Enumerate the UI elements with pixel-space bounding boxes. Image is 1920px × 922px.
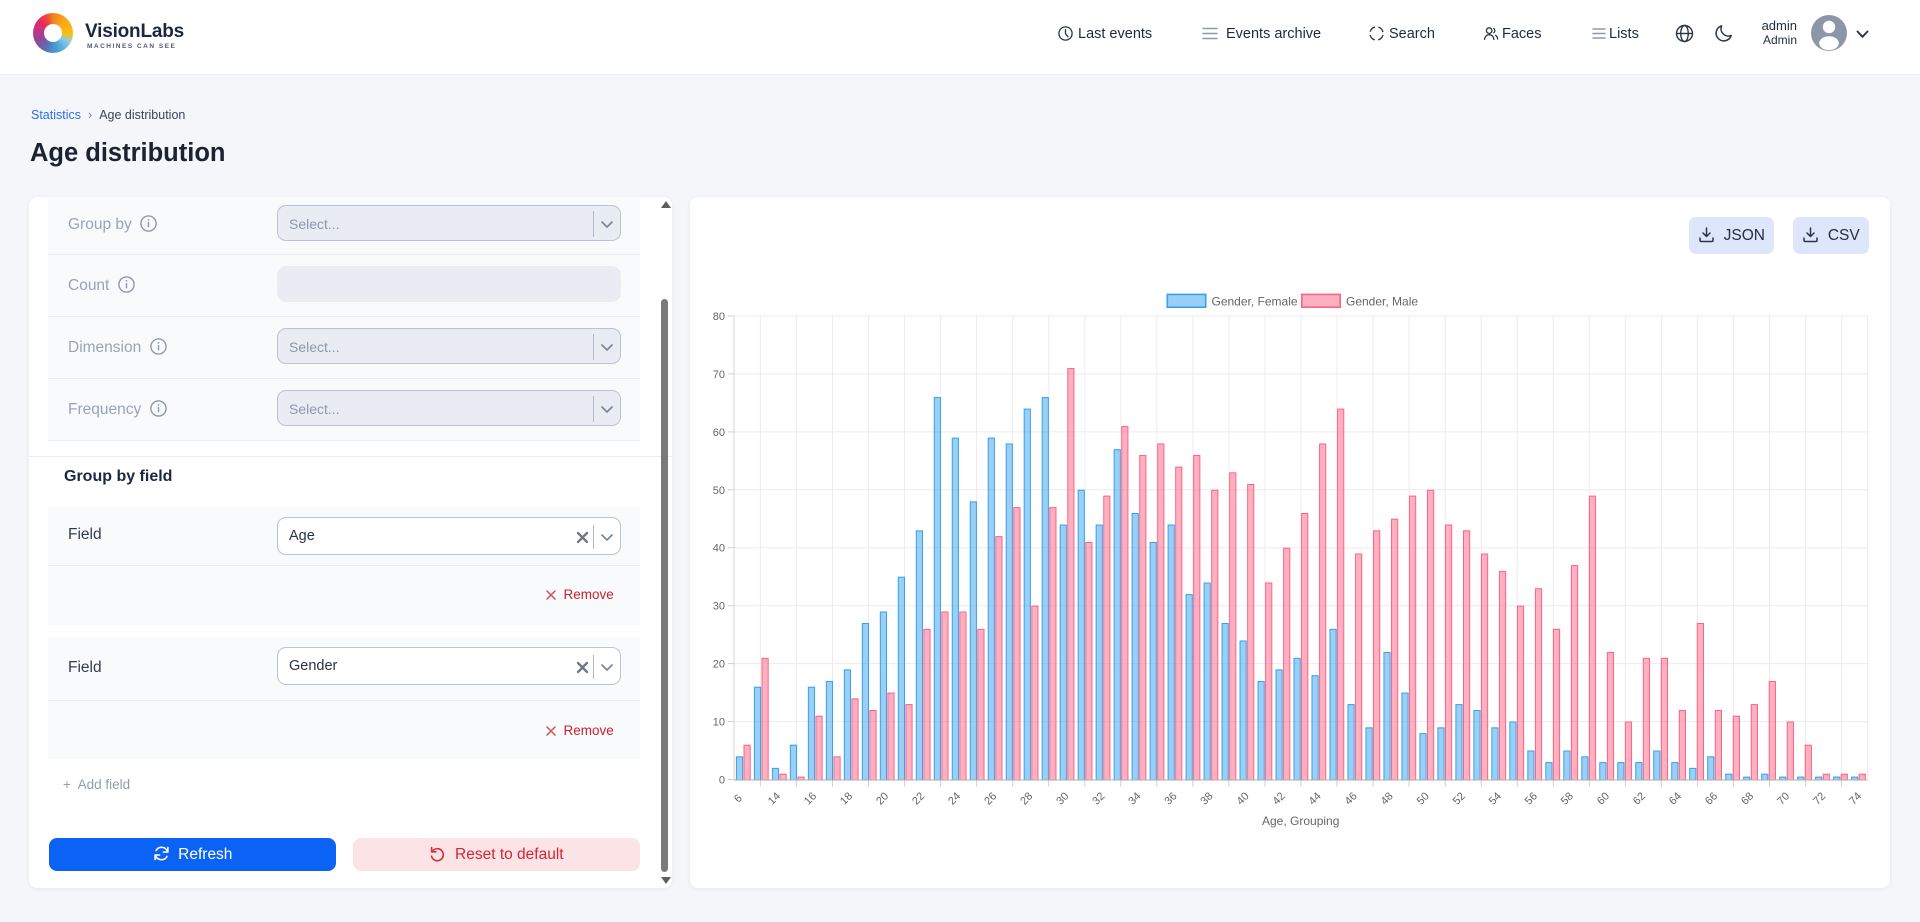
svg-text:10: 10	[713, 717, 725, 729]
svg-text:68: 68	[1739, 790, 1756, 807]
svg-text:30: 30	[713, 601, 725, 613]
svg-text:72: 72	[1811, 790, 1828, 807]
svg-text:56: 56	[1523, 790, 1540, 807]
svg-text:48: 48	[1379, 790, 1396, 807]
svg-text:38: 38	[1198, 790, 1215, 807]
svg-text:32: 32	[1090, 790, 1107, 807]
svg-text:Gender, Male: Gender, Male	[1346, 295, 1418, 309]
svg-text:42: 42	[1271, 790, 1288, 807]
svg-text:54: 54	[1487, 790, 1504, 807]
svg-text:20: 20	[713, 659, 725, 671]
svg-text:80: 80	[713, 311, 725, 323]
svg-text:30: 30	[1054, 790, 1071, 807]
svg-text:16: 16	[802, 790, 819, 807]
svg-text:0: 0	[719, 775, 725, 787]
svg-text:6: 6	[732, 792, 745, 805]
svg-text:20: 20	[874, 790, 891, 807]
svg-text:62: 62	[1631, 790, 1648, 807]
svg-text:36: 36	[1162, 790, 1179, 807]
svg-text:70: 70	[713, 369, 725, 381]
svg-text:14: 14	[766, 790, 783, 807]
svg-text:60: 60	[713, 427, 725, 439]
svg-text:22: 22	[910, 790, 927, 807]
svg-text:58: 58	[1559, 790, 1576, 807]
svg-text:74: 74	[1847, 790, 1864, 807]
svg-text:46: 46	[1343, 790, 1360, 807]
svg-text:Age, Grouping: Age, Grouping	[1262, 814, 1339, 828]
svg-text:26: 26	[982, 790, 999, 807]
svg-text:24: 24	[946, 790, 963, 807]
svg-text:40: 40	[1235, 790, 1252, 807]
svg-text:66: 66	[1703, 790, 1720, 807]
svg-text:Gender, Female: Gender, Female	[1212, 295, 1298, 309]
svg-text:50: 50	[1415, 790, 1432, 807]
svg-text:34: 34	[1126, 790, 1143, 807]
svg-text:52: 52	[1451, 790, 1468, 807]
svg-text:28: 28	[1018, 790, 1035, 807]
svg-text:60: 60	[1595, 790, 1612, 807]
svg-text:18: 18	[838, 790, 855, 807]
svg-text:44: 44	[1307, 790, 1324, 807]
svg-text:70: 70	[1775, 790, 1792, 807]
svg-text:40: 40	[713, 543, 725, 555]
svg-text:50: 50	[713, 485, 725, 497]
svg-text:64: 64	[1667, 790, 1684, 807]
